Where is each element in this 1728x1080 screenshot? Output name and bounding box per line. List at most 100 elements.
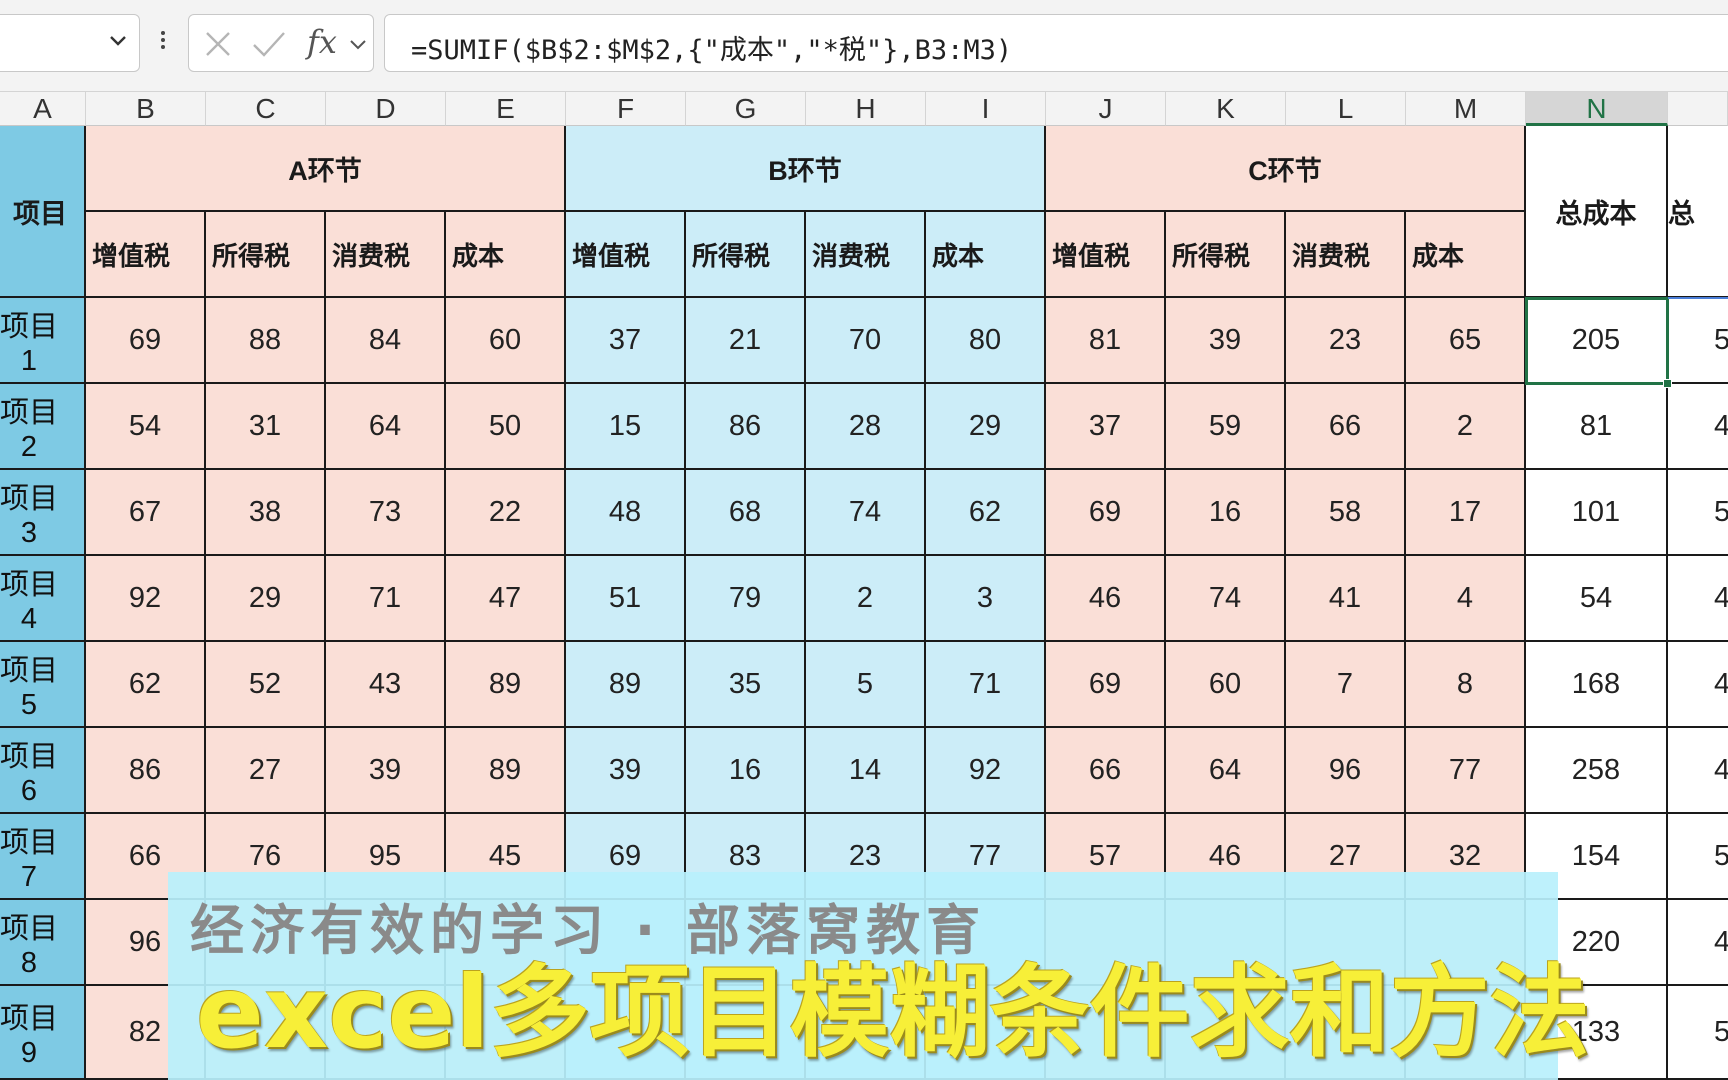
data-cell[interactable]: 86: [686, 384, 806, 470]
sub-header-a-2[interactable]: 所得税: [206, 212, 326, 298]
section-header-c[interactable]: C环节: [1046, 126, 1526, 212]
more-options-icon[interactable]: [156, 28, 170, 58]
data-cell[interactable]: 17: [1406, 470, 1526, 556]
sub-header-b-1[interactable]: 增值税: [566, 212, 686, 298]
data-cell[interactable]: 23: [1286, 298, 1406, 384]
total-tax-cell[interactable]: 5: [1668, 986, 1728, 1080]
column-header-D[interactable]: D: [326, 92, 446, 126]
data-cell[interactable]: 29: [926, 384, 1046, 470]
column-header-F[interactable]: F: [566, 92, 686, 126]
sub-header-c-1[interactable]: 增值税: [1046, 212, 1166, 298]
sub-header-a-3[interactable]: 消费税: [326, 212, 446, 298]
data-cell[interactable]: 47: [446, 556, 566, 642]
data-cell[interactable]: 46: [1046, 556, 1166, 642]
data-cell[interactable]: 7: [1286, 642, 1406, 728]
data-cell[interactable]: 41: [1286, 556, 1406, 642]
data-cell[interactable]: 4: [1406, 556, 1526, 642]
data-cell[interactable]: 52: [206, 642, 326, 728]
data-cell[interactable]: 21: [686, 298, 806, 384]
data-cell[interactable]: 16: [686, 728, 806, 814]
name-box[interactable]: [0, 14, 140, 72]
total-cost-cell[interactable]: 168: [1526, 642, 1668, 728]
sub-header-c-3[interactable]: 消费税: [1286, 212, 1406, 298]
column-header-A[interactable]: A: [0, 92, 86, 126]
total-tax-cell[interactable]: 5: [1668, 298, 1728, 384]
total-cost-header[interactable]: 总成本: [1526, 126, 1668, 298]
data-cell[interactable]: 15: [566, 384, 686, 470]
data-cell[interactable]: 8: [1406, 642, 1526, 728]
data-cell[interactable]: 60: [446, 298, 566, 384]
data-cell[interactable]: 80: [926, 298, 1046, 384]
insert-function-icon[interactable]: fx: [307, 23, 337, 61]
data-cell[interactable]: 65: [1406, 298, 1526, 384]
formula-input[interactable]: =SUMIF($B$2:$M$2,{"成本","*税"},B3:M3): [384, 14, 1728, 72]
column-header-E[interactable]: E: [446, 92, 566, 126]
data-cell[interactable]: 28: [806, 384, 926, 470]
column-header-o[interactable]: [1668, 92, 1728, 126]
data-cell[interactable]: 67: [86, 470, 206, 556]
data-cell[interactable]: 64: [326, 384, 446, 470]
data-cell[interactable]: 77: [1406, 728, 1526, 814]
fill-handle[interactable]: [1663, 379, 1672, 388]
total-cost-cell[interactable]: 81: [1526, 384, 1668, 470]
total-tax-cell[interactable]: 4: [1668, 556, 1728, 642]
data-cell[interactable]: 22: [446, 470, 566, 556]
data-cell[interactable]: 51: [566, 556, 686, 642]
data-cell[interactable]: 59: [1166, 384, 1286, 470]
data-cell[interactable]: 58: [1286, 470, 1406, 556]
column-header-I[interactable]: I: [926, 92, 1046, 126]
data-cell[interactable]: 69: [86, 298, 206, 384]
data-cell[interactable]: 37: [566, 298, 686, 384]
sub-header-a-1[interactable]: 增值税: [86, 212, 206, 298]
chevron-down-icon[interactable]: [107, 29, 129, 51]
total-tax-header[interactable]: 总: [1668, 126, 1728, 298]
data-cell[interactable]: 71: [926, 642, 1046, 728]
data-cell[interactable]: 39: [326, 728, 446, 814]
data-cell[interactable]: 84: [326, 298, 446, 384]
data-cell[interactable]: 79: [686, 556, 806, 642]
cancel-icon[interactable]: [203, 29, 233, 59]
section-header-b[interactable]: B环节: [566, 126, 1046, 212]
data-cell[interactable]: 92: [86, 556, 206, 642]
sub-header-b-3[interactable]: 消费税: [806, 212, 926, 298]
data-cell[interactable]: 89: [566, 642, 686, 728]
data-cell[interactable]: 16: [1166, 470, 1286, 556]
data-cell[interactable]: 62: [926, 470, 1046, 556]
data-cell[interactable]: 66: [1046, 728, 1166, 814]
total-tax-cell[interactable]: 4: [1668, 384, 1728, 470]
column-header-J[interactable]: J: [1046, 92, 1166, 126]
column-header-H[interactable]: H: [806, 92, 926, 126]
data-cell[interactable]: 39: [1166, 298, 1286, 384]
sub-header-b-4[interactable]: 成本: [926, 212, 1046, 298]
data-cell[interactable]: 62: [86, 642, 206, 728]
data-cell[interactable]: 81: [1046, 298, 1166, 384]
data-cell[interactable]: 88: [206, 298, 326, 384]
column-header-K[interactable]: K: [1166, 92, 1286, 126]
data-cell[interactable]: 74: [806, 470, 926, 556]
total-tax-cell[interactable]: 5: [1668, 470, 1728, 556]
data-cell[interactable]: 73: [326, 470, 446, 556]
fx-chevron-down-icon[interactable]: [349, 35, 367, 53]
confirm-icon[interactable]: [251, 29, 287, 59]
data-cell[interactable]: 27: [206, 728, 326, 814]
total-tax-cell[interactable]: 5: [1668, 814, 1728, 900]
column-header-C[interactable]: C: [206, 92, 326, 126]
data-cell[interactable]: 60: [1166, 642, 1286, 728]
row-label-1[interactable]: 项目1: [0, 298, 86, 384]
data-cell[interactable]: 69: [1046, 470, 1166, 556]
data-cell[interactable]: 43: [326, 642, 446, 728]
data-cell[interactable]: 92: [926, 728, 1046, 814]
row-label-4[interactable]: 项目4: [0, 556, 86, 642]
row-label-header[interactable]: 项目: [0, 126, 86, 298]
data-cell[interactable]: 3: [926, 556, 1046, 642]
sub-header-b-2[interactable]: 所得税: [686, 212, 806, 298]
section-header-a[interactable]: A环节: [86, 126, 566, 212]
data-cell[interactable]: 50: [446, 384, 566, 470]
data-cell[interactable]: 37: [1046, 384, 1166, 470]
data-cell[interactable]: 68: [686, 470, 806, 556]
row-label-2[interactable]: 项目2: [0, 384, 86, 470]
column-header-B[interactable]: B: [86, 92, 206, 126]
total-cost-cell[interactable]: 205: [1526, 298, 1668, 384]
data-cell[interactable]: 29: [206, 556, 326, 642]
row-label-9[interactable]: 项目9: [0, 986, 86, 1080]
